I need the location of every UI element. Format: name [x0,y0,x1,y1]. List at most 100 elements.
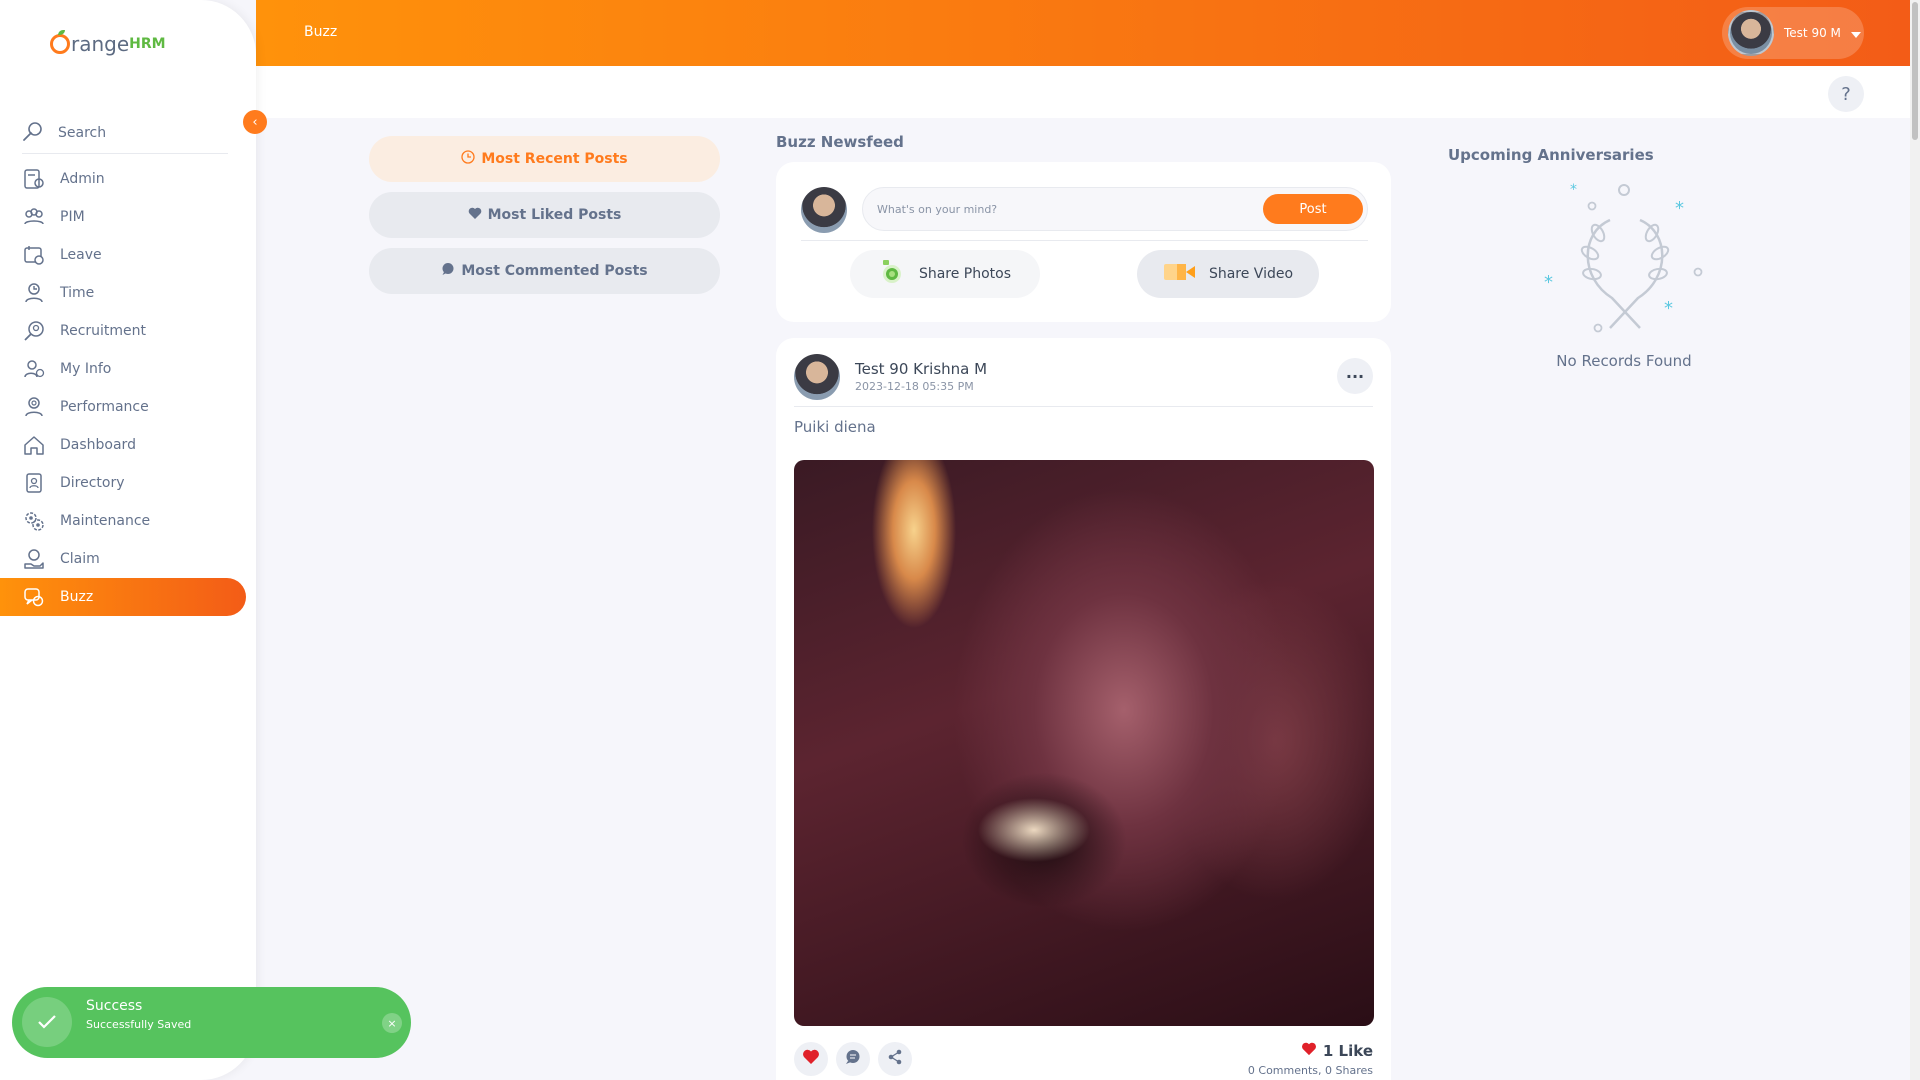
sidebar-item-time[interactable]: Time [0,274,246,312]
like-button[interactable] [794,1042,828,1076]
sidebar-collapse-button[interactable]: ‹ [243,110,267,134]
sidebar-item-directory[interactable]: Directory [0,464,246,502]
leave-icon [22,243,46,267]
post-actions [794,1042,912,1076]
sidebar-item-maintenance[interactable]: Maintenance [0,502,246,540]
divider [794,406,1373,407]
sidebar-item-leave[interactable]: Leave [0,236,246,274]
caret-down-icon [1850,24,1861,43]
sidebar-item-pim[interactable]: PIM [0,198,246,236]
logo-orange-icon [50,30,70,54]
page-title: Buzz [304,24,338,40]
search-input[interactable]: Search [58,125,106,141]
sidebar: range HRM Search Admin PIM Leave Time Re… [0,0,256,1080]
most-recent-posts-button[interactable]: Most Recent Posts [369,136,720,182]
orangehrm-logo[interactable]: range HRM [50,30,166,56]
sidebar-item-my-info[interactable]: My Info [0,350,246,388]
share-photos-label: Share Photos [918,266,1012,282]
post-filters: Most Recent Posts Most Liked Posts Most … [369,136,720,304]
composer-avatar [801,187,847,233]
post-timestamp: 2023-12-18 05:35 PM [855,380,974,393]
share-button[interactable] [878,1042,912,1076]
comment-icon [441,262,455,280]
dashboard-icon [22,433,46,457]
toast-message: Successfully Saved [86,1018,192,1031]
comment-count[interactable]: 0 Comments [1248,1064,1318,1077]
sidebar-item-admin[interactable]: Admin [0,160,246,198]
post-card: Test 90 Krishna M 2023-12-18 05:35 PM ··… [776,338,1391,1080]
post-author-name: Test 90 Krishna M [855,360,988,378]
sidebar-item-label: Time [60,285,95,301]
camera-icon [879,259,905,289]
heart-icon [802,1049,820,1069]
sidebar-item-buzz[interactable]: Buzz [0,578,246,616]
sidebar-item-label: Dashboard [60,437,136,453]
pim-icon [22,205,46,229]
post-button[interactable]: Post [1263,194,1363,224]
page-scrollbar[interactable] [1910,0,1920,1080]
sidebar-item-label: Buzz [60,589,94,605]
top-bar: Buzz Test 90 M [256,0,1910,66]
toast-title: Success [86,998,143,1014]
post-composer: What's on your mind? Post Share Photos S… [776,162,1391,322]
sidebar-item-dashboard[interactable]: Dashboard [0,426,246,464]
share-count[interactable]: 0 Shares [1325,1064,1373,1077]
newsfeed-title: Buzz Newsfeed [776,133,904,151]
post-counts: 0 Comments, 0 Shares [1247,1064,1373,1077]
filter-label: Most Recent Posts [481,151,628,167]
claim-icon [22,547,46,571]
most-commented-posts-button[interactable]: Most Commented Posts [369,248,720,294]
my-info-icon [22,357,46,381]
anniversaries-title: Upcoming Anniversaries [1448,146,1654,164]
main-menu: Admin PIM Leave Time Recruitment My Info… [0,160,246,616]
svg-text:*: * [1675,198,1684,219]
help-button[interactable]: ? [1828,76,1864,112]
sidebar-item-label: Leave [60,247,102,263]
success-toast: Success Successfully Saved × [12,987,411,1058]
post-author-avatar[interactable] [794,354,840,400]
post-more-options-button[interactable]: ··· [1337,358,1373,394]
divider [801,240,1368,241]
sidebar-item-label: Recruitment [60,323,147,339]
user-dropdown[interactable]: Test 90 M [1722,7,1864,59]
post-image[interactable] [794,460,1374,1026]
sidebar-item-performance[interactable]: Performance [0,388,246,426]
logo-text: range [71,32,130,56]
share-photos-button[interactable]: Share Photos [850,250,1040,298]
composer-input[interactable]: What's on your mind? Post [862,187,1368,231]
user-avatar [1728,10,1774,56]
svg-text:*: * [1664,298,1673,319]
like-count: 1 Like [1301,1042,1373,1060]
comment-button[interactable] [836,1042,870,1076]
chevron-left-icon: ‹ [252,114,258,130]
sidebar-search[interactable]: Search [22,112,228,154]
sub-header: ? [256,66,1910,118]
directory-icon [22,471,46,495]
admin-icon [22,167,46,191]
share-video-label: Share Video [1208,266,1294,282]
heart-icon [1301,1042,1317,1060]
sidebar-item-label: Claim [60,551,100,567]
post-text: Puiki diena [794,418,876,436]
filter-label: Most Liked Posts [487,207,622,223]
sidebar-item-claim[interactable]: Claim [0,540,246,578]
toast-close-button[interactable]: × [382,1013,402,1033]
video-camera-icon [1163,262,1197,286]
sidebar-item-label: My Info [60,361,112,377]
no-records-message: No Records Found [1556,352,1692,370]
buzz-icon [22,585,46,609]
heart-icon [468,207,482,224]
scrollbar-thumb[interactable] [1912,2,1918,140]
comment-icon [845,1049,861,1069]
maintenance-icon [22,509,46,533]
search-icon [22,120,44,146]
sidebar-item-label: Admin [60,171,105,187]
user-name: Test 90 M [1784,26,1841,40]
time-icon [22,281,46,305]
recruitment-icon [22,319,46,343]
checkmark-icon [22,997,72,1047]
share-video-button[interactable]: Share Video [1137,250,1319,298]
most-liked-posts-button[interactable]: Most Liked Posts [369,192,720,238]
sidebar-item-label: Directory [60,475,125,491]
sidebar-item-recruitment[interactable]: Recruitment [0,312,246,350]
